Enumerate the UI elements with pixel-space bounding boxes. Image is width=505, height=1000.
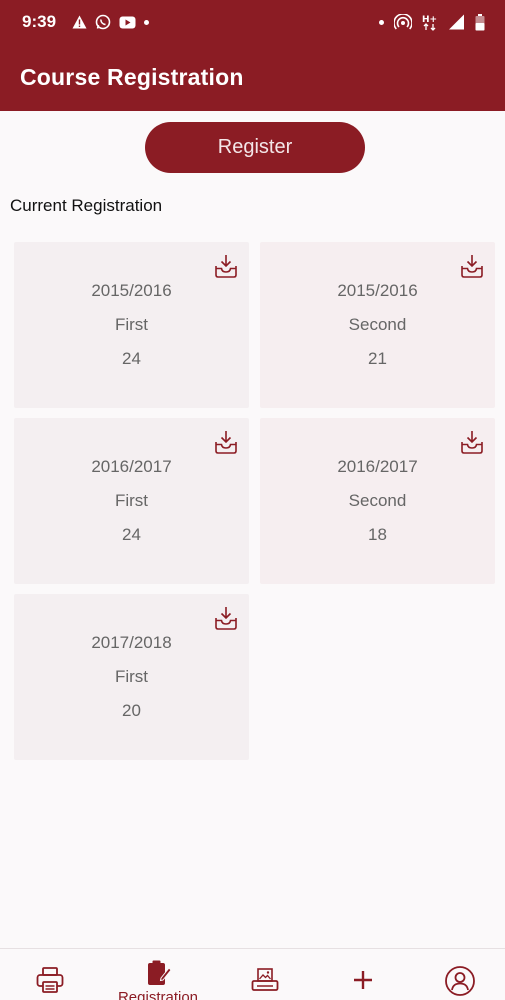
app-bar: Course Registration	[0, 44, 505, 111]
whatsapp-icon	[95, 14, 111, 30]
status-bar: 9:39 H+	[0, 0, 505, 44]
plus-icon	[352, 969, 374, 996]
nav-item-print[interactable]	[0, 949, 100, 1000]
semester-text: First	[114, 315, 149, 334]
status-time: 9:39	[22, 12, 57, 31]
hotspot-icon	[394, 14, 412, 30]
status-dot-icon	[379, 19, 384, 25]
signal-icon	[448, 14, 465, 30]
download-icon[interactable]	[459, 429, 485, 455]
registration-card[interactable]: 2015/2016 First 24	[14, 242, 249, 408]
bottom-nav: Registration	[0, 948, 505, 1000]
printer-icon	[35, 965, 65, 1000]
user-icon	[444, 965, 476, 1000]
nav-item-photo-print[interactable]	[215, 949, 315, 1000]
registration-card[interactable]: 2016/2017 First 24	[14, 418, 249, 584]
battery-icon	[475, 13, 485, 31]
register-button[interactable]: Register	[145, 122, 365, 173]
semester-text: Second	[348, 491, 407, 510]
nav-item-registration[interactable]: Registration	[108, 949, 208, 1000]
nav-item-profile[interactable]	[410, 949, 505, 1000]
status-left: 9:39	[22, 12, 150, 32]
units-text: 24	[122, 525, 141, 544]
data-h-plus-icon: H+	[422, 13, 438, 31]
session-text: 2017/2018	[91, 633, 172, 652]
registration-card[interactable]: 2015/2016 Second 21	[260, 242, 495, 408]
units-text: 24	[122, 349, 141, 368]
warning-icon	[72, 15, 87, 29]
download-icon[interactable]	[213, 605, 239, 631]
units-text: 21	[368, 349, 387, 368]
session-text: 2016/2017	[337, 457, 418, 476]
page-title: Course Registration	[20, 64, 244, 90]
download-icon[interactable]	[213, 253, 239, 279]
notification-dot-icon	[144, 19, 150, 25]
semester-text: Second	[348, 315, 407, 334]
registration-card[interactable]: 2016/2017 Second 18	[260, 418, 495, 584]
download-icon[interactable]	[459, 253, 485, 279]
youtube-icon	[119, 16, 136, 29]
units-text: 20	[122, 701, 141, 720]
session-text: 2016/2017	[91, 457, 172, 476]
session-text: 2015/2016	[91, 281, 172, 300]
download-icon[interactable]	[213, 429, 239, 455]
status-right: H+	[379, 13, 485, 31]
semester-text: First	[114, 667, 149, 686]
nav-label-registration: Registration	[117, 989, 199, 1000]
nav-item-add[interactable]	[313, 949, 413, 1000]
section-title: Current Registration	[10, 196, 163, 215]
semester-text: First	[114, 491, 149, 510]
image-print-icon	[250, 965, 280, 1000]
clipboard-icon	[144, 959, 172, 992]
units-text: 18	[368, 525, 387, 544]
svg-text:H+: H+	[422, 15, 437, 25]
session-text: 2015/2016	[337, 281, 418, 300]
registration-card[interactable]: 2017/2018 First 20	[14, 594, 249, 760]
